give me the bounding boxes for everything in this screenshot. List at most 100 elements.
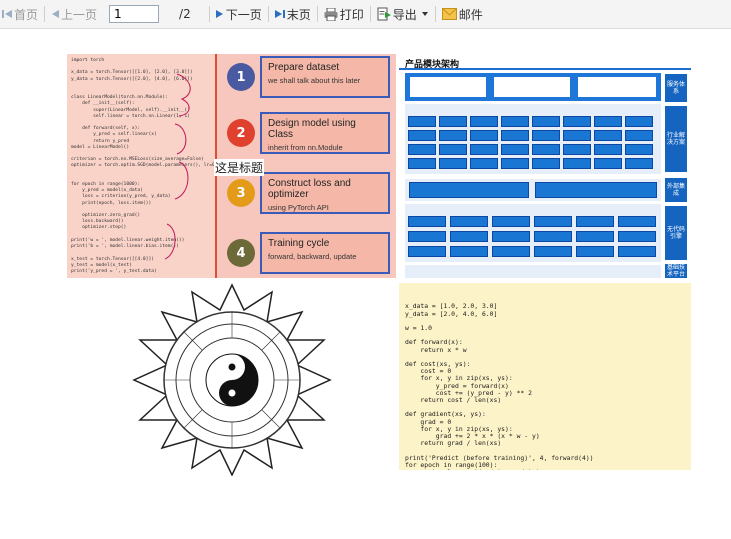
prev-page-button[interactable]: 上一页 (49, 3, 99, 25)
module-cell (408, 158, 436, 169)
module-cell (594, 130, 622, 141)
toolbar-divider (208, 6, 210, 22)
module-cell (408, 216, 446, 227)
step-training-cycle: 4 Training cycle forward, backward, upda… (222, 232, 394, 276)
module-cell (492, 216, 530, 227)
module-cell (501, 158, 529, 169)
step-title: Training cycle (268, 238, 330, 249)
module-cell (501, 116, 529, 127)
last-page-button[interactable]: 末页 (273, 3, 313, 25)
document-page: import torch x_data = torch.Tensor([[1.0… (0, 29, 731, 539)
module-cell (470, 144, 498, 155)
next-page-label: 下一页 (225, 7, 262, 22)
step-title: Prepare dataset (268, 62, 340, 73)
mail-label: 邮件 (458, 7, 483, 22)
side-label-service: 服务体系 (665, 74, 687, 102)
module-cell (439, 116, 467, 127)
page-total: /2 (179, 7, 191, 21)
module-cell (408, 144, 436, 155)
module-cell (563, 130, 591, 141)
module-cell (470, 158, 498, 169)
step-subtitle: inherit from nn.Module (268, 143, 343, 152)
module-cell (450, 246, 488, 257)
side-label-integration: 外部集成 (665, 178, 687, 202)
code-line: cost_val = cost(x_data, y_data) (405, 468, 685, 470)
step-title: Construct loss and optimizer (268, 178, 351, 200)
pdf-toolbar: 首页 上一页 /2 下一页 末页 打印 导出 邮件 (0, 0, 731, 29)
gradient-descent-code-image: x_data = [1.0, 2.0, 3.0] y_data = [2.0, 4… (399, 283, 691, 470)
module-cell (563, 116, 591, 127)
mail-button[interactable]: 邮件 (440, 3, 485, 25)
next-page-button[interactable]: 下一页 (214, 3, 264, 25)
step-construct-loss: 3 Construct loss and optimizer using PyT… (222, 172, 394, 216)
module-cell (576, 246, 614, 257)
toolbar-divider (369, 6, 371, 22)
integration-bar (535, 182, 657, 198)
page-number-input[interactable] (109, 5, 160, 23)
step-box: Construct loss and optimizer using PyTor… (260, 172, 390, 214)
service-card (577, 76, 657, 98)
module-cell (470, 130, 498, 141)
product-architecture-image: 产品模块架构 服务体系 行业解决方案 外部集成 无代码引擎 基础技术平台 (399, 54, 691, 278)
module-cell (534, 216, 572, 227)
toolbar-divider (434, 6, 436, 22)
step-subtitle: forward, backward, update (268, 252, 357, 261)
module-cell (534, 246, 572, 257)
base-platform-area (405, 265, 661, 278)
toolbar-divider (267, 6, 269, 22)
code-line: return grad / len(xs) (405, 439, 502, 448)
module-cell (532, 144, 560, 155)
next-arrow-icon (215, 10, 223, 18)
last-page-label: 末页 (286, 7, 311, 22)
first-page-icon (2, 10, 12, 18)
print-button[interactable]: 打印 (322, 3, 366, 25)
side-label-base: 基础技术平台 (665, 264, 687, 278)
prev-page-label: 上一页 (61, 7, 98, 22)
step-title: Design model using Class (268, 118, 356, 140)
envelope-icon (441, 8, 457, 20)
print-label: 打印 (339, 7, 364, 22)
overlay-title-note[interactable]: 这是标题 (214, 159, 265, 176)
printer-icon (324, 7, 338, 21)
module-cell (594, 158, 622, 169)
module-cell (439, 144, 467, 155)
module-cell (594, 144, 622, 155)
code-line: return x * w (405, 345, 467, 354)
step-number-badge: 2 (227, 119, 255, 147)
step-number-badge: 4 (227, 239, 255, 267)
step-box: Training cycle forward, backward, update (260, 232, 390, 274)
side-label-industry: 行业解决方案 (665, 106, 687, 172)
taiji-bagua-image (67, 283, 396, 476)
module-cell (625, 144, 653, 155)
first-page-button[interactable]: 首页 (0, 3, 40, 25)
module-cell (439, 130, 467, 141)
module-cell (563, 158, 591, 169)
step-box: Design model using Class inherit from nn… (260, 112, 390, 154)
module-cell (450, 231, 488, 242)
integration-bar (409, 182, 529, 198)
module-cell (618, 246, 656, 257)
module-cell (625, 158, 653, 169)
code-line: return cost / len(xs) (405, 396, 502, 405)
module-cell (408, 130, 436, 141)
module-cell (439, 158, 467, 169)
module-cell (618, 216, 656, 227)
module-cell (492, 231, 530, 242)
toolbar-divider (44, 6, 46, 22)
taiji-diagram-icon (132, 283, 332, 476)
module-cell (501, 130, 529, 141)
module-cell (625, 116, 653, 127)
export-icon (377, 7, 391, 21)
service-card (409, 76, 487, 98)
module-cell (470, 116, 498, 127)
module-cell (576, 231, 614, 242)
dropdown-caret-icon (421, 12, 428, 16)
export-button[interactable]: 导出 (375, 3, 431, 25)
title-underline (399, 68, 691, 70)
step-number-badge: 1 (227, 63, 255, 91)
module-cell (408, 231, 446, 242)
service-card (493, 76, 571, 98)
first-page-label: 首页 (14, 7, 39, 22)
step-number-badge: 3 (227, 179, 255, 207)
module-cell (534, 231, 572, 242)
